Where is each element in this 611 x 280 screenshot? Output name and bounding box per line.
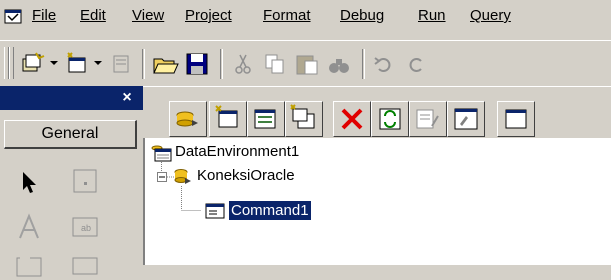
add-project-dropdown-icon[interactable] <box>50 61 58 65</box>
command-icon <box>205 203 225 219</box>
menu-project[interactable]: Project <box>185 7 232 24</box>
menu-edit[interactable]: Edit <box>80 7 106 24</box>
add-form-dropdown-icon[interactable] <box>94 61 102 65</box>
properties-icon[interactable] <box>447 101 485 137</box>
collapse-icon[interactable] <box>157 172 167 182</box>
toolbar-separator <box>362 49 365 79</box>
tree-item-label: DataEnvironment1 <box>175 143 300 160</box>
picturebox-icon[interactable] <box>70 166 100 196</box>
tree-item-command[interactable]: Command1 <box>201 200 401 222</box>
menu-view[interactable]: View <box>132 7 164 24</box>
refresh-icon[interactable] <box>371 101 409 137</box>
menu-bar: File Edit View Project Format Debug Run … <box>0 0 611 40</box>
undo-icon[interactable] <box>370 49 400 79</box>
toolbar-grip[interactable] <box>9 47 14 79</box>
design-icon[interactable] <box>409 101 447 137</box>
toolbar-separator <box>142 49 145 79</box>
cut-icon[interactable] <box>228 49 258 79</box>
menu-format[interactable]: Format <box>263 7 311 24</box>
delete-icon[interactable] <box>333 101 371 137</box>
copy-icon[interactable] <box>260 49 290 79</box>
menu-file[interactable]: File <box>32 7 56 24</box>
add-form-icon[interactable] <box>62 49 92 79</box>
close-icon[interactable]: × <box>116 89 138 107</box>
toolbox-panel: × General ab <box>0 86 143 277</box>
data-environment-tree: DataEnvironment1 KoneksiOracle Command1 <box>143 138 611 265</box>
menu-run[interactable]: Run <box>418 7 446 24</box>
redo-icon[interactable] <box>400 49 430 79</box>
tree-item-root[interactable]: DataEnvironment1 <box>151 142 391 162</box>
vb-app-icon[interactable] <box>4 8 22 26</box>
svg-text:ab: ab <box>81 223 91 233</box>
add-command-icon[interactable] <box>209 101 247 137</box>
open-project-icon[interactable] <box>150 49 180 79</box>
save-project-icon[interactable] <box>182 49 212 79</box>
add-project-icon[interactable] <box>18 49 48 79</box>
pointer-icon[interactable] <box>14 166 44 196</box>
view-code-icon[interactable] <box>497 101 535 137</box>
insert-stored-procedure-icon[interactable] <box>247 101 285 137</box>
tree-item-label: KoneksiOracle <box>197 167 295 184</box>
data-environment-toolbar <box>143 86 611 139</box>
commandbutton-icon[interactable] <box>70 250 100 280</box>
menu-editor-icon[interactable] <box>106 49 136 79</box>
menu-debug[interactable]: Debug <box>340 7 384 24</box>
add-connection-icon[interactable] <box>169 101 207 137</box>
add-child-command-icon[interactable] <box>285 101 323 137</box>
toolbar-separator <box>220 49 223 79</box>
data-environment-icon <box>151 145 172 162</box>
connection-icon <box>174 169 191 184</box>
label-icon[interactable] <box>14 212 44 242</box>
tree-item-label-selected: Command1 <box>228 200 312 221</box>
paste-icon[interactable] <box>292 49 322 79</box>
tree-item-connection[interactable]: KoneksiOracle <box>173 166 373 186</box>
frame-icon[interactable] <box>14 250 44 280</box>
find-icon[interactable] <box>324 49 354 79</box>
standard-toolbar <box>0 40 611 85</box>
menu-query[interactable]: Query <box>470 7 511 24</box>
textbox-icon[interactable]: ab <box>70 212 100 242</box>
toolbox-tab-general[interactable]: General <box>4 120 137 149</box>
toolbox-title-bar[interactable]: × <box>0 86 143 110</box>
